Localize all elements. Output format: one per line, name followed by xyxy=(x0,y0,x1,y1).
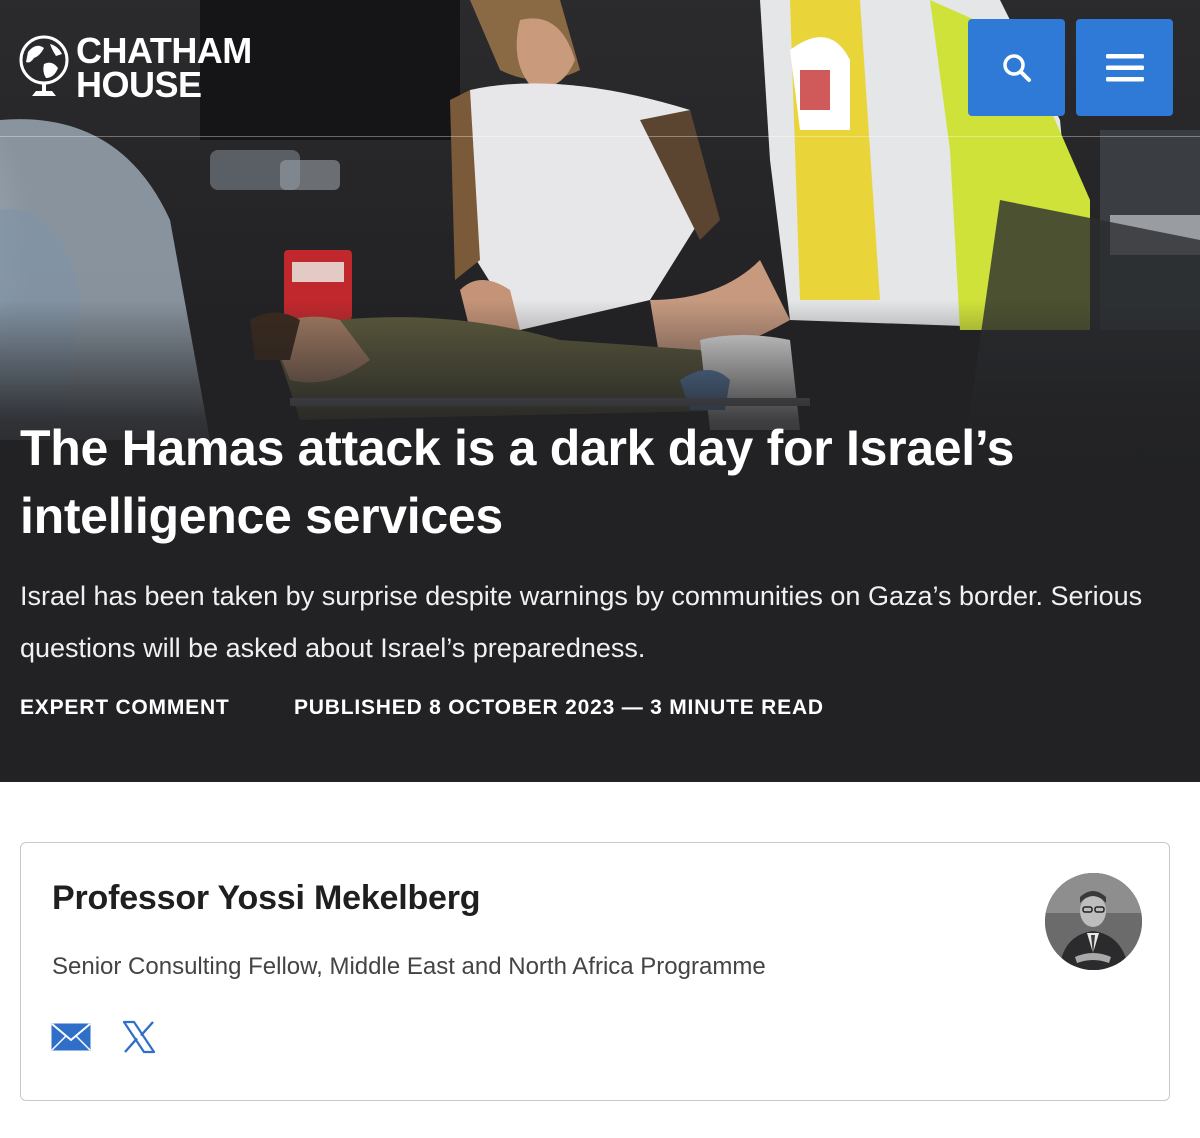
x-profile-link[interactable] xyxy=(118,1019,160,1055)
article-title: The Hamas attack is a dark day for Israe… xyxy=(20,420,1015,544)
content-type-label[interactable]: EXPERT COMMENT xyxy=(20,695,230,721)
author-role: Senior Consulting Fellow, Middle East an… xyxy=(52,953,766,980)
email-icon xyxy=(51,1023,91,1051)
globe-icon xyxy=(19,35,69,96)
chatham-house-logo[interactable]: CHATHAM HOUSE xyxy=(18,30,252,105)
hero-banner: CHATHAM HOUSE The Hamas attack is a dark… xyxy=(0,0,1200,782)
avatar[interactable] xyxy=(1045,873,1142,970)
x-logo-icon xyxy=(122,1020,156,1054)
menu-button[interactable] xyxy=(1076,19,1173,116)
author-card: Professor Yossi Mekelberg Senior Consult… xyxy=(20,842,1170,1101)
author-name[interactable]: Professor Yossi Mekelberg xyxy=(52,879,481,918)
hamburger-menu-icon xyxy=(1105,53,1144,81)
header-divider xyxy=(0,136,1200,137)
search-button[interactable] xyxy=(968,19,1065,116)
logo-wordmark: CHATHAM HOUSE xyxy=(76,30,252,105)
article-summary: Israel has been taken by surprise despit… xyxy=(20,581,1143,663)
logo-line-1: CHATHAM xyxy=(76,30,252,71)
email-share-link[interactable] xyxy=(50,1019,92,1055)
publish-info: PUBLISHED 8 OCTOBER 2023 — 3 MINUTE READ xyxy=(294,696,824,719)
logo-line-2: HOUSE xyxy=(76,64,202,105)
search-icon xyxy=(1002,53,1031,82)
author-portrait xyxy=(1045,873,1142,970)
